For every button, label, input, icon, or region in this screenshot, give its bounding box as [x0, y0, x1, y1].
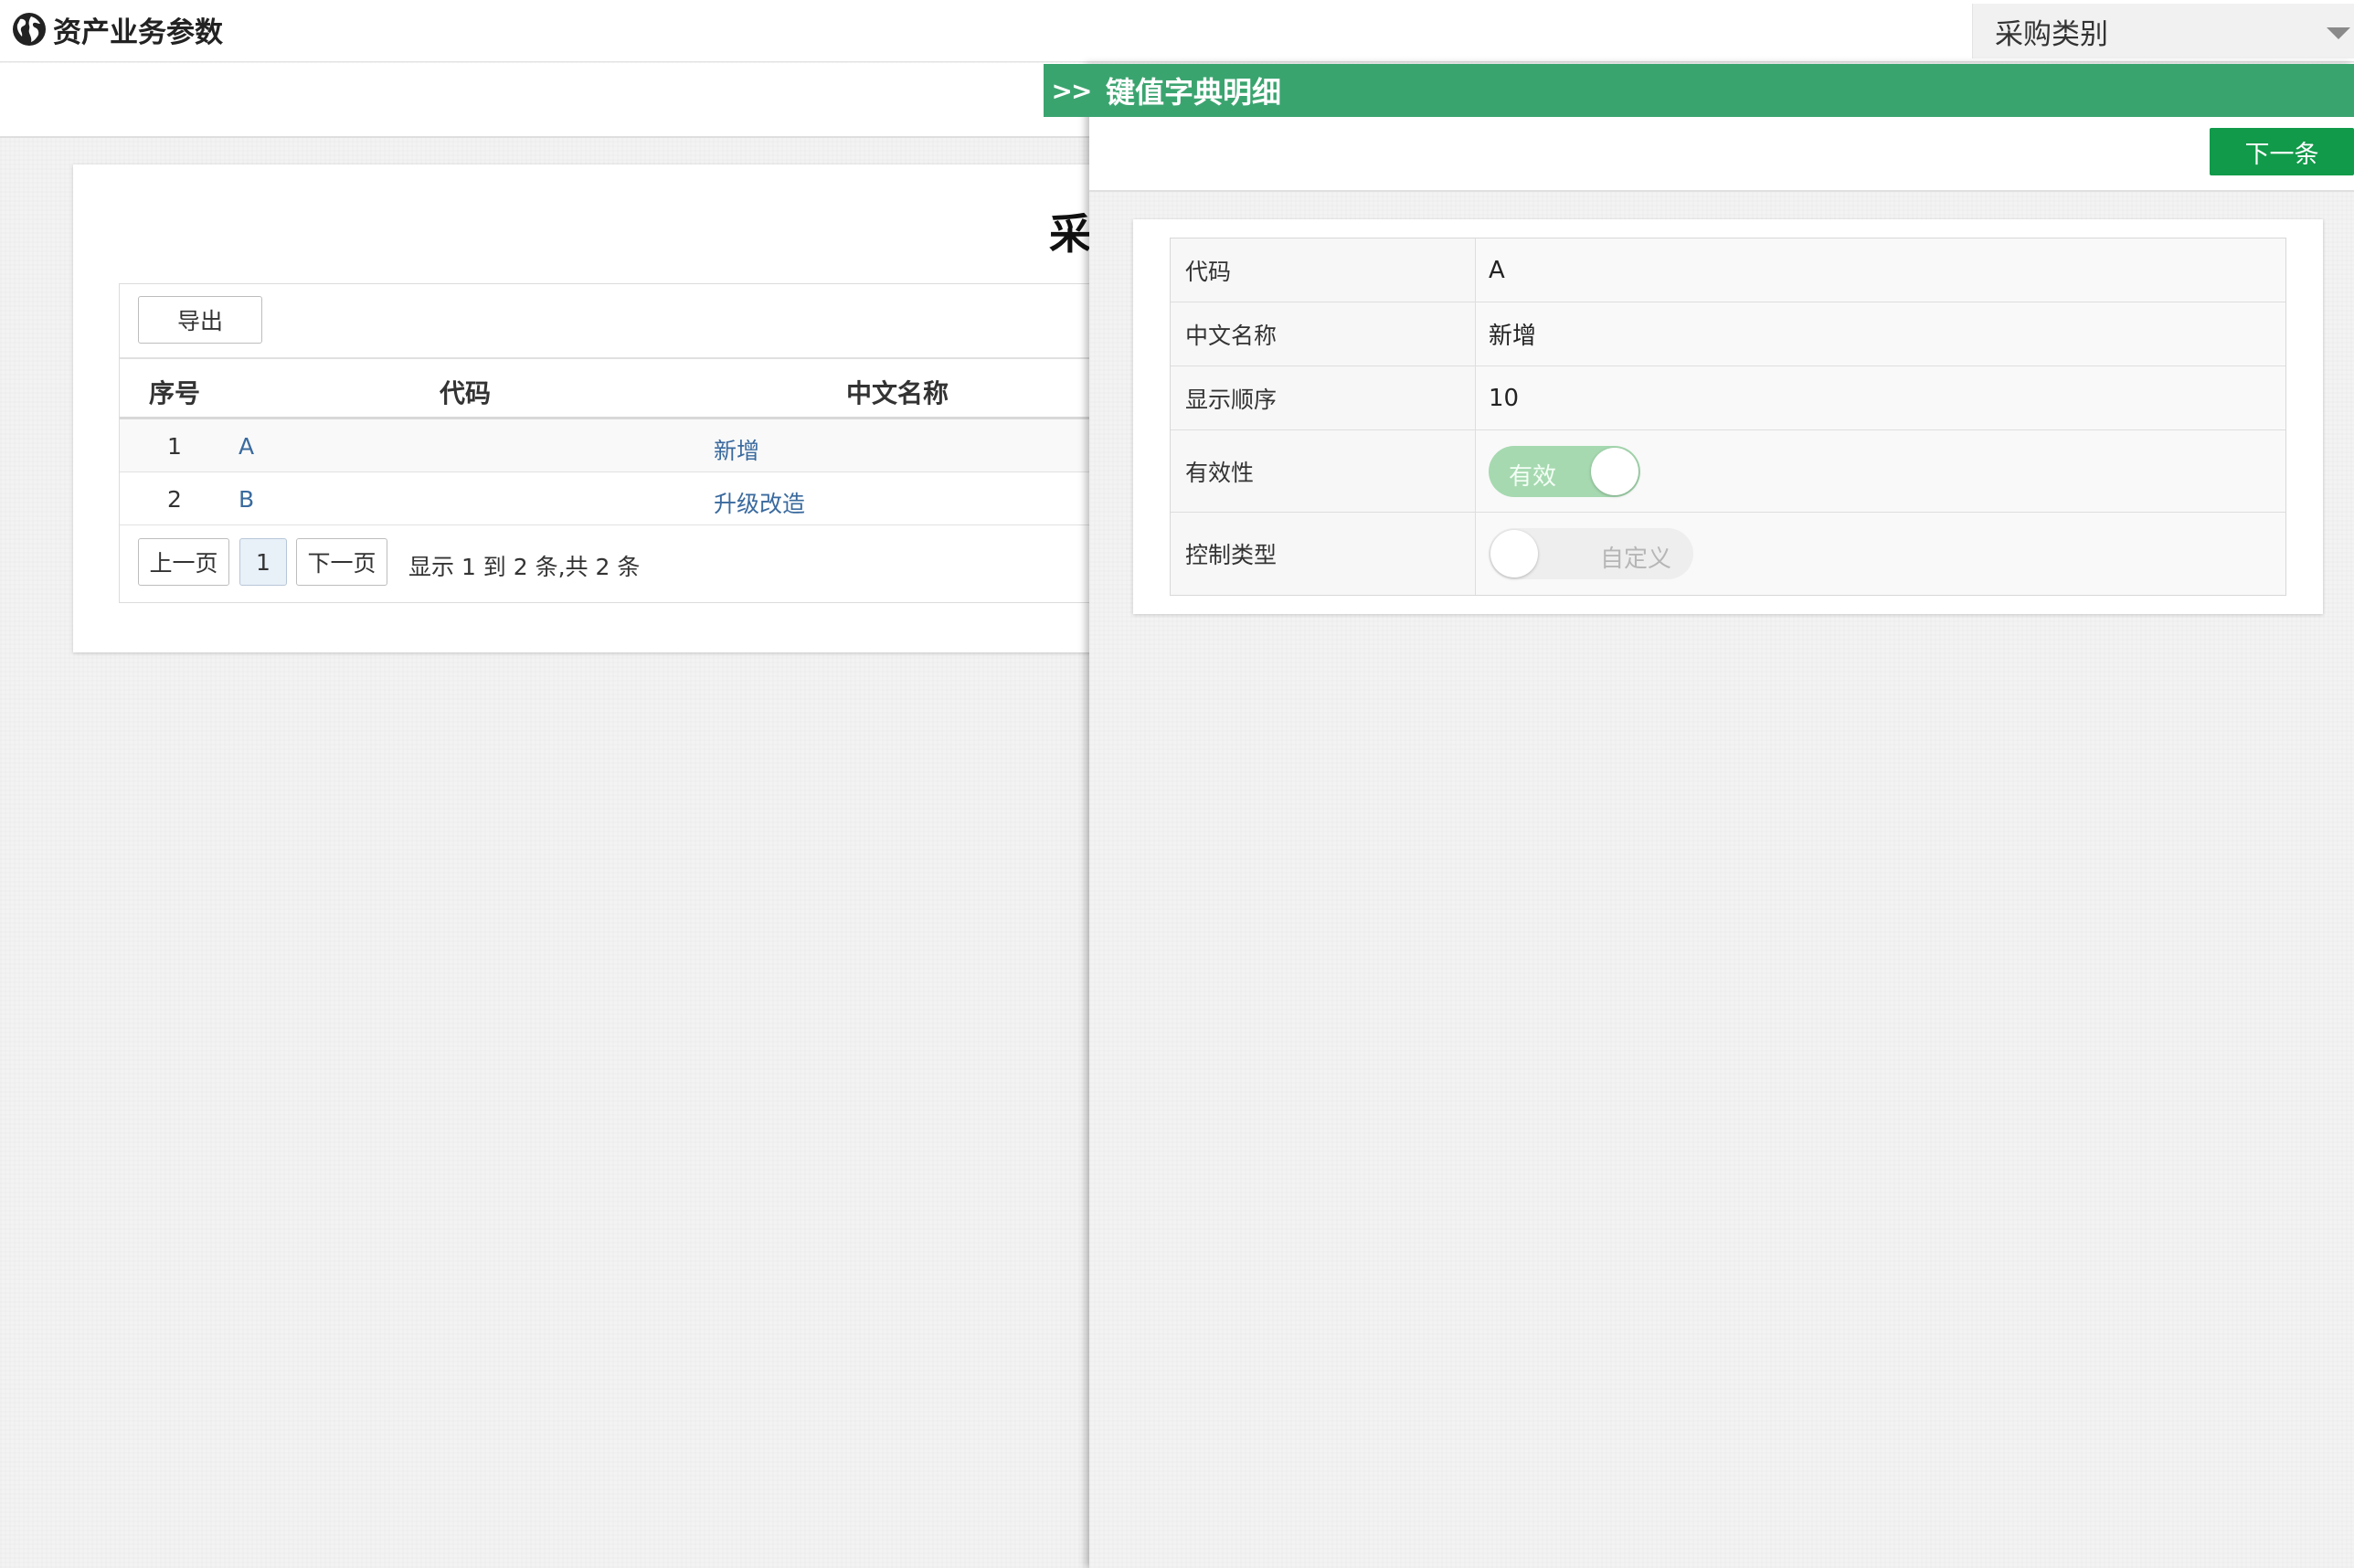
detail-row-name: 中文名称 新增 — [1171, 302, 2285, 366]
detail-row-code: 代码 A — [1171, 238, 2285, 302]
export-button[interactable]: 导出 — [138, 296, 262, 344]
app-title-text: 资产业务参数 — [53, 16, 223, 49]
field-label: 中文名称 — [1171, 302, 1476, 366]
row-name-link[interactable]: 升级改造 — [714, 486, 805, 519]
category-select[interactable]: 采购类别 — [1972, 4, 2354, 58]
row-index: 1 — [167, 433, 182, 460]
validity-toggle[interactable]: 有效 — [1489, 445, 1640, 497]
column-header-name[interactable]: 中文名称 — [846, 374, 949, 410]
table-row[interactable]: 1 A 新增 — [120, 419, 1123, 472]
row-name-link[interactable]: 新增 — [714, 433, 759, 466]
column-header-index[interactable]: 序号 — [149, 374, 200, 410]
table-row[interactable]: 2 B 升级改造 — [120, 472, 1123, 525]
detail-table: 代码 A 中文名称 新增 显示顺序 10 有效性 有效 控制类型 自定义 — [1170, 238, 2286, 596]
detail-row-validity: 有效性 有效 — [1171, 430, 2285, 513]
field-value: 新增 — [1476, 302, 2285, 366]
category-select-value: 采购类别 — [1995, 17, 2108, 51]
toggle-label: 有效 — [1509, 462, 1557, 491]
row-code-link[interactable]: B — [239, 486, 254, 513]
prev-page-button[interactable]: 上一页 — [138, 538, 229, 586]
toggle-knob — [1591, 447, 1638, 495]
detail-drawer: >> 键值字典明细 下一条 代码 A 中文名称 新增 显示顺序 10 有效性 有… — [1044, 64, 2354, 1568]
field-value: A — [1476, 238, 2285, 302]
chevron-down-icon[interactable] — [2327, 27, 2350, 39]
next-page-button[interactable]: 下一页 — [296, 538, 387, 586]
page-title: 采 — [1049, 209, 1091, 259]
toggle-label: 自定义 — [1599, 546, 1671, 573]
detail-row-control-type: 控制类型 自定义 — [1171, 513, 2285, 595]
field-label: 显示顺序 — [1171, 366, 1476, 429]
field-value: 10 — [1476, 366, 2285, 429]
control-type-toggle[interactable]: 自定义 — [1489, 528, 1693, 579]
detail-card: 代码 A 中文名称 新增 显示顺序 10 有效性 有效 控制类型 自定义 — [1133, 219, 2323, 614]
pagination-info: 显示 1 到 2 条,共 2 条 — [408, 554, 641, 580]
table-header: 序号 代码 中文名称 — [120, 359, 1123, 419]
drawer-title: 键值字典明细 — [1106, 75, 1282, 110]
row-code-link[interactable]: A — [239, 433, 254, 460]
field-value: 有效 — [1476, 430, 2285, 512]
page-number-button[interactable]: 1 — [239, 538, 287, 586]
field-label: 代码 — [1171, 238, 1476, 302]
pagination: 上一页 1 下一页 显示 1 到 2 条,共 2 条 — [120, 525, 1123, 599]
app-title: 资产业务参数 — [11, 9, 223, 49]
table-toolbar: 导出 — [120, 284, 1123, 359]
top-header: 资产业务参数 采购类别 — [0, 0, 2354, 62]
drawer-header: >> 键值字典明细 — [1044, 64, 2354, 117]
field-value: 自定义 — [1476, 513, 2285, 595]
globe-icon — [13, 13, 46, 46]
drawer-toolbar: 下一条 — [1089, 117, 2354, 192]
table-panel: 导出 序号 代码 中文名称 1 A 新增 2 B 升级改造 上一页 1 下一页 … — [119, 283, 1124, 603]
field-label: 控制类型 — [1171, 513, 1476, 595]
row-index: 2 — [167, 486, 182, 513]
next-record-button[interactable]: 下一条 — [2210, 128, 2354, 175]
collapse-drawer-icon[interactable]: >> — [1044, 76, 1098, 106]
column-header-code[interactable]: 代码 — [440, 374, 491, 410]
field-label: 有效性 — [1171, 430, 1476, 512]
detail-row-order: 显示顺序 10 — [1171, 366, 2285, 430]
toggle-knob — [1490, 530, 1538, 577]
list-card: 采 导出 序号 代码 中文名称 1 A 新增 2 B 升级改造 上一页 1 下一… — [73, 164, 1124, 652]
